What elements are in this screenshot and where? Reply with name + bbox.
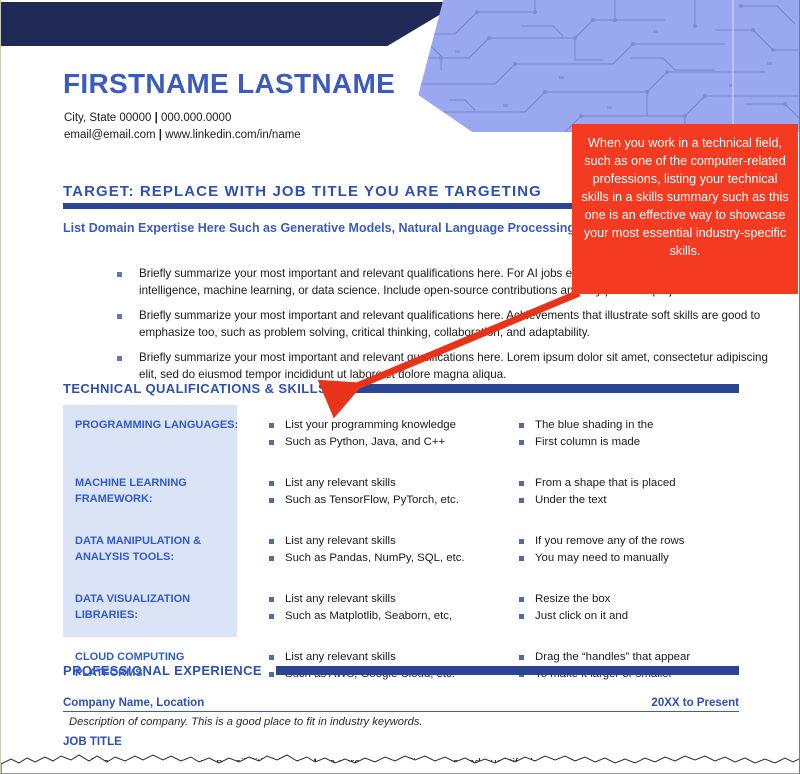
contact-line-2: email@email.com | www.linkedin.com/in/na…	[64, 127, 301, 144]
square-bullet-icon	[519, 440, 524, 445]
phone-text: 000.000.0000	[161, 112, 232, 124]
square-bullet-icon	[117, 272, 122, 277]
skill-cell: Resize the box Just click on it and	[513, 579, 763, 637]
square-bullet-icon	[519, 481, 524, 486]
skills-grid: PROGRAMMING LANGUAGES: List your program…	[63, 405, 763, 695]
skill-text: You may need to manually	[535, 552, 669, 564]
square-bullet-icon	[269, 481, 274, 486]
skill-category-label: MACHINE LEARNING FRAMEWORK:	[75, 477, 187, 505]
skill-text: First column is made	[535, 436, 641, 448]
list-item: Just click on it and	[513, 608, 759, 625]
square-bullet-icon	[519, 655, 524, 660]
list-item: Such as Pandas, NumPy, SQL, etc.	[263, 550, 509, 567]
skill-text: List any relevant skills	[285, 593, 396, 605]
skill-cell: List any relevant skills Such as Pandas,…	[263, 521, 513, 579]
contact-line-1: City, State 00000 | 000.000.0000	[64, 110, 301, 127]
square-bullet-icon	[519, 556, 524, 561]
skill-cell: If you remove any of the rows You may ne…	[513, 521, 763, 579]
list-item: List any relevant skills	[263, 533, 509, 550]
employment-dates: 20XX to Present	[651, 697, 739, 709]
skill-text: Under the text	[535, 494, 607, 506]
candidate-name: FIRSTNAME LASTNAME	[63, 68, 396, 99]
skill-text: Such as Matplotlib, Seaborn, etc,	[285, 610, 453, 622]
square-bullet-icon	[269, 614, 274, 619]
circuit-board-graphic	[418, 0, 799, 132]
list-item: Briefly summarize your most important an…	[103, 308, 779, 341]
square-bullet-icon	[269, 440, 274, 445]
navy-header-band	[1, 2, 461, 46]
list-item: From a shape that is placed	[513, 475, 759, 492]
square-bullet-icon	[519, 539, 524, 544]
skill-cell: From a shape that is placed Under the te…	[513, 463, 763, 521]
summary-bullet-text: Briefly summarize your most important an…	[139, 351, 768, 381]
skill-text: Such as TensorFlow, PyTorch, etc.	[285, 494, 459, 506]
skill-text: Such as Pandas, NumPy, SQL, etc.	[285, 552, 465, 564]
target-heading-label: TARGET: REPLACE WITH JOB TITLE YOU ARE T…	[63, 183, 542, 200]
heading-rule-bar	[275, 666, 739, 675]
skill-category-label: PROGRAMMING LANGUAGES:	[75, 419, 239, 431]
contact-info: City, State 00000 | 000.000.0000 email@e…	[64, 110, 301, 144]
technical-skills-heading-label: TECHNICAL QUALIFICATIONS & SKILLS	[63, 381, 328, 396]
square-bullet-icon	[519, 423, 524, 428]
list-item: First column is made	[513, 434, 759, 451]
skill-category-label: CLOUD COMPUTING PLATFORMS:	[75, 651, 185, 679]
skill-cell: List any relevant skills Such as TensorF…	[263, 463, 513, 521]
skill-text: List your programming knowledge	[285, 419, 456, 431]
skill-text: Just click on it and	[535, 610, 629, 622]
list-item: The blue shading in the	[513, 417, 759, 434]
location-text: City, State 00000	[64, 112, 152, 124]
skill-text: Drag the “handles” that appear	[535, 651, 691, 663]
skill-text: From a shape that is placed	[535, 477, 676, 489]
square-bullet-icon	[269, 655, 274, 660]
company-name: Company Name, Location	[63, 697, 205, 709]
square-bullet-icon	[269, 556, 274, 561]
contact-separator: |	[154, 112, 158, 124]
list-item: Under the text	[513, 492, 759, 509]
job-title: JOB TITLE	[63, 736, 122, 748]
list-item: Resize the box	[513, 591, 759, 608]
skill-text: Such as Python, Java, and C++	[285, 436, 446, 448]
company-description: Description of company. This is a good p…	[69, 716, 423, 728]
skill-text: Resize the box	[535, 593, 611, 605]
skill-text: List any relevant skills	[285, 477, 396, 489]
square-bullet-icon	[269, 498, 274, 503]
list-item: List any relevant skills	[263, 591, 509, 608]
heading-rule-bar	[341, 384, 739, 393]
list-item: Such as Matplotlib, Seaborn, etc,	[263, 608, 509, 625]
list-item: If you remove any of the rows	[513, 533, 759, 550]
list-item: Such as Python, Java, and C++	[263, 434, 509, 451]
email-text: email@email.com	[64, 129, 156, 141]
contact-separator: |	[158, 129, 162, 141]
skill-category-label: DATA VISUALIZATION LIBRARIES:	[75, 593, 191, 621]
cut-off-body-text: Include a summary of your responsibiliti…	[63, 757, 583, 769]
technical-skills-heading: TECHNICAL QUALIFICATIONS & SKILLS	[63, 381, 739, 396]
list-item: Briefly summarize your most important an…	[103, 350, 779, 383]
square-bullet-icon	[519, 498, 524, 503]
skill-cell: List your programming knowledge Such as …	[263, 405, 513, 463]
skill-cell: List any relevant skills Such as Matplot…	[263, 579, 513, 637]
skill-category-label: DATA MANIPULATION & ANALYSIS TOOLS:	[75, 535, 202, 563]
square-bullet-icon	[117, 356, 122, 361]
skill-text: The blue shading in the	[535, 419, 654, 431]
list-item: You may need to manually	[513, 550, 759, 567]
list-item: Such as TensorFlow, PyTorch, etc.	[263, 492, 509, 509]
company-row: Company Name, Location 20XX to Present	[63, 697, 739, 712]
resume-page: FIRSTNAME LASTNAME City, State 00000 | 0…	[0, 0, 800, 774]
summary-bullet-text: Briefly summarize your most important an…	[139, 309, 761, 339]
square-bullet-icon	[269, 539, 274, 544]
technical-skills-table: PROGRAMMING LANGUAGES: List your program…	[63, 405, 763, 680]
square-bullet-icon	[269, 597, 274, 602]
square-bullet-icon	[269, 423, 274, 428]
linkedin-text: www.linkedin.com/in/name	[165, 129, 301, 141]
square-bullet-icon	[519, 597, 524, 602]
skill-text: List any relevant skills	[285, 535, 396, 547]
list-item: List your programming knowledge	[263, 417, 509, 434]
square-bullet-icon	[117, 314, 122, 319]
skill-cell: The blue shading in the First column is …	[513, 405, 763, 463]
skill-text: If you remove any of the rows	[535, 535, 685, 547]
square-bullet-icon	[519, 614, 524, 619]
annotation-callout: When you work in a technical field, such…	[572, 124, 798, 294]
list-item: List any relevant skills	[263, 475, 509, 492]
skill-text: List any relevant skills	[285, 651, 396, 663]
